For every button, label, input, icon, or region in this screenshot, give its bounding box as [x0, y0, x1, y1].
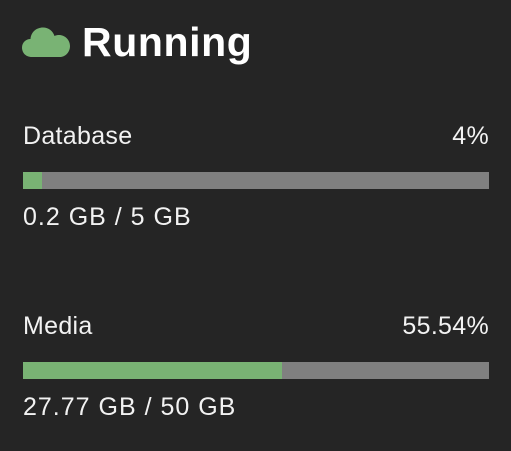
- media-progress-fill: [23, 362, 282, 379]
- database-label: Database: [23, 122, 133, 150]
- database-metric: Database 4% 0.2 GB / 5 GB: [23, 120, 489, 233]
- media-label: Media: [23, 312, 93, 340]
- cloud-icon: [22, 27, 70, 57]
- database-percent: 4%: [452, 122, 489, 150]
- database-usage: 0.2 GB / 5 GB: [23, 203, 192, 231]
- database-progress-bar: [23, 172, 489, 189]
- media-percent: 55.54%: [402, 312, 489, 340]
- media-progress-bar: [23, 362, 489, 379]
- media-metric: Media 55.54% 27.77 GB / 50 GB: [23, 310, 489, 423]
- status-header: Running: [22, 14, 252, 70]
- database-progress-fill: [23, 172, 42, 189]
- media-usage: 27.77 GB / 50 GB: [23, 393, 237, 421]
- status-title: Running: [82, 18, 253, 65]
